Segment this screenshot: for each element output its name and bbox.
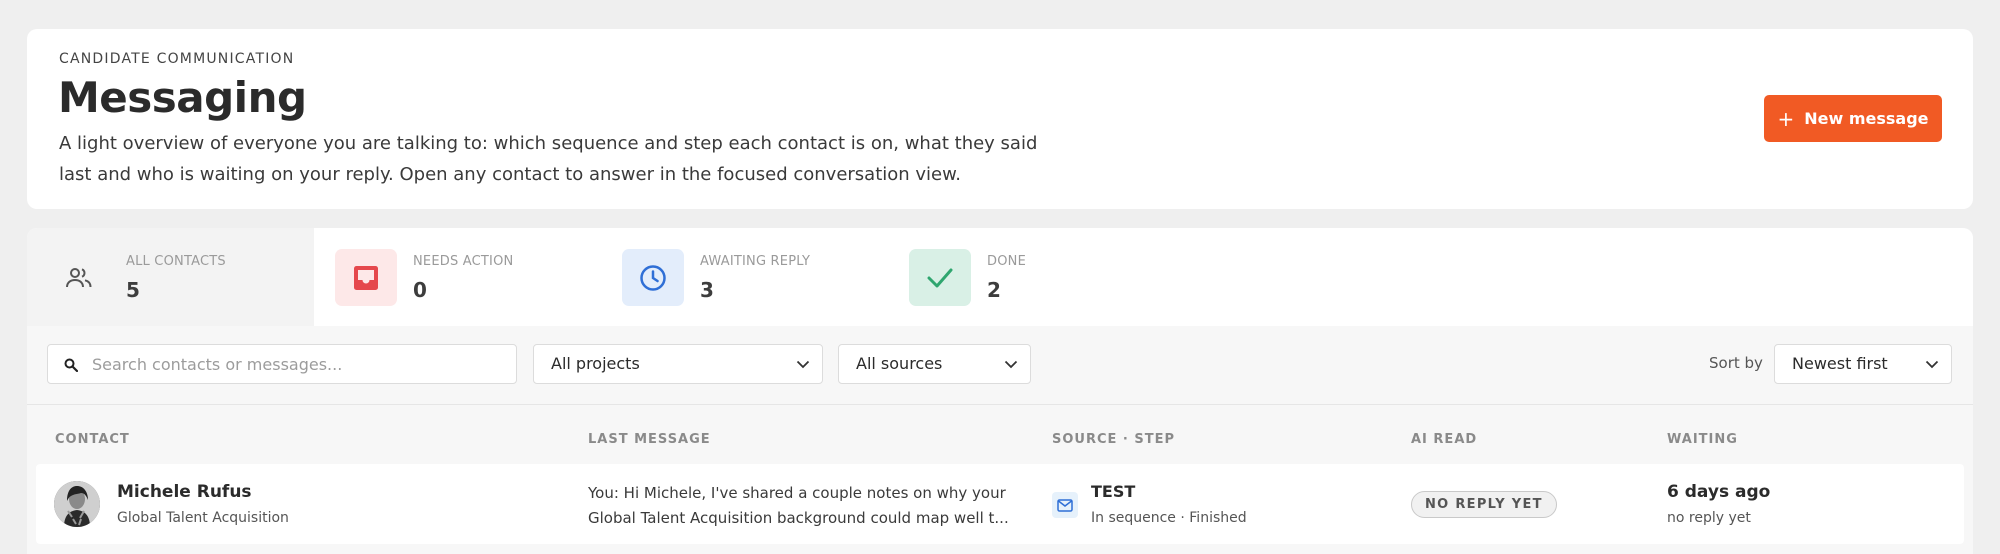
last-message: You: Hi Michele, I've shared a couple no… bbox=[588, 481, 1028, 531]
status-tabs: ALL CONTACTS 5 NEEDS ACTION 0 AWAITING R… bbox=[27, 228, 1973, 326]
email-sequence-icon bbox=[1052, 492, 1078, 518]
sort-select-value: Newest first bbox=[1792, 354, 1888, 373]
inbox-icon bbox=[335, 249, 397, 306]
column-header-last-message[interactable]: LAST MESSAGE bbox=[588, 432, 711, 447]
check-icon bbox=[909, 249, 971, 306]
last-message-line: Global Talent Acquisition background cou… bbox=[588, 509, 1009, 527]
chevron-down-icon bbox=[796, 360, 810, 369]
waiting-status: no reply yet bbox=[1667, 510, 1751, 526]
tab-all-contacts[interactable]: ALL CONTACTS 5 bbox=[27, 228, 314, 326]
column-header-ai-read[interactable]: AI READ bbox=[1411, 432, 1477, 447]
search-icon bbox=[64, 358, 78, 372]
source-select[interactable]: All sources bbox=[838, 344, 1031, 384]
page-description: A light overview of everyone you are tal… bbox=[59, 133, 1038, 185]
page-header: CANDIDATE COMMUNICATION Messaging A ligh… bbox=[27, 29, 1973, 209]
tab-label: NEEDS ACTION bbox=[413, 254, 514, 269]
plus-icon: + bbox=[1777, 106, 1795, 131]
contact-subtitle: Global Talent Acquisition bbox=[117, 510, 289, 526]
tab-count: 3 bbox=[700, 278, 714, 302]
contact-name[interactable]: Michele Rufus bbox=[117, 482, 252, 502]
project-select[interactable]: All projects bbox=[533, 344, 823, 384]
source-step: In sequence · Finished bbox=[1091, 510, 1247, 526]
filter-bar: All projects All sources Sort by Newest … bbox=[27, 326, 1973, 405]
search-box bbox=[47, 344, 517, 384]
chevron-down-icon bbox=[1925, 360, 1939, 369]
column-header-contact[interactable]: CONTACT bbox=[55, 432, 130, 447]
new-message-label: New message bbox=[1804, 109, 1929, 128]
messaging-panel: ALL CONTACTS 5 NEEDS ACTION 0 AWAITING R… bbox=[27, 228, 1973, 554]
project-select-value: All projects bbox=[551, 354, 640, 373]
avatar bbox=[54, 481, 100, 527]
clock-icon bbox=[622, 249, 684, 306]
tab-label: ALL CONTACTS bbox=[126, 254, 226, 269]
column-header-source-step[interactable]: SOURCE · STEP bbox=[1052, 432, 1175, 447]
sort-label: Sort by bbox=[1709, 354, 1763, 372]
waiting-time: 6 days ago bbox=[1667, 482, 1771, 502]
source-select-value: All sources bbox=[856, 354, 943, 373]
sort-select[interactable]: Newest first bbox=[1774, 344, 1952, 384]
page-title: Messaging bbox=[58, 73, 307, 122]
last-message-line: You: Hi Michele, I've shared a couple no… bbox=[588, 484, 1006, 502]
table-header: CONTACT LAST MESSAGE SOURCE · STEP AI RE… bbox=[27, 425, 1973, 455]
tab-count: 5 bbox=[126, 278, 140, 302]
tab-done[interactable]: DONE 2 bbox=[888, 228, 1175, 326]
tab-needs-action[interactable]: NEEDS ACTION 0 bbox=[314, 228, 601, 326]
tab-awaiting-reply[interactable]: AWAITING REPLY 3 bbox=[601, 228, 888, 326]
tab-label: AWAITING REPLY bbox=[700, 254, 811, 269]
table-row[interactable]: Michele Rufus Global Talent Acquisition … bbox=[36, 464, 1964, 544]
search-input[interactable] bbox=[92, 345, 502, 383]
new-message-button[interactable]: + New message bbox=[1764, 95, 1942, 142]
column-header-waiting[interactable]: WAITING bbox=[1667, 432, 1738, 447]
people-icon bbox=[48, 249, 110, 306]
source-name: TEST bbox=[1091, 482, 1136, 501]
tab-count: 0 bbox=[413, 278, 427, 302]
chevron-down-icon bbox=[1004, 360, 1018, 369]
ai-read-badge: NO REPLY YET bbox=[1411, 491, 1557, 518]
tab-count: 2 bbox=[987, 278, 1001, 302]
tab-label: DONE bbox=[987, 254, 1026, 269]
page-eyebrow: CANDIDATE COMMUNICATION bbox=[59, 51, 295, 67]
